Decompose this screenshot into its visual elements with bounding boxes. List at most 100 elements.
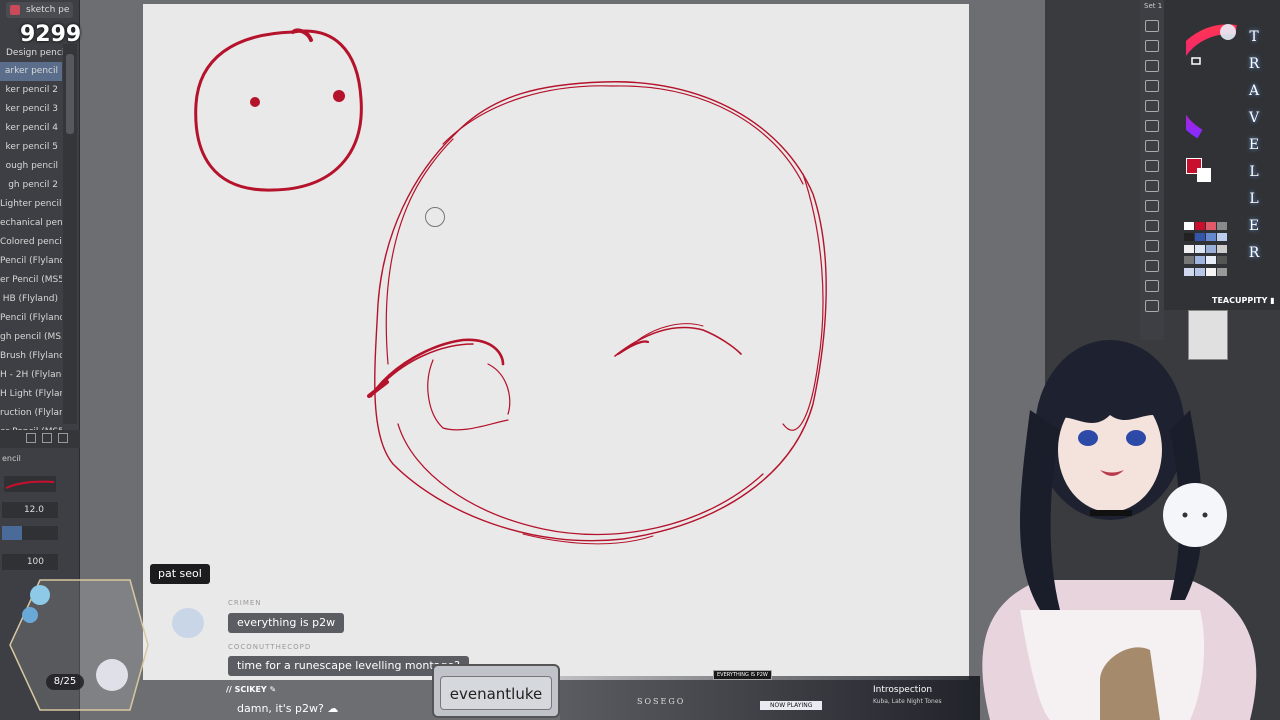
now-playing-label: NOW PLAYING bbox=[760, 701, 823, 710]
palette-swatch[interactable] bbox=[1217, 256, 1227, 265]
color-wheel[interactable] bbox=[1186, 24, 1250, 148]
brush-item[interactable]: er Pencil (MS5) bbox=[0, 271, 62, 290]
logo-letter: E bbox=[1248, 218, 1260, 234]
logo-letter: L bbox=[1249, 164, 1259, 180]
brush-item[interactable]: Brush (Flyland) bbox=[0, 347, 62, 366]
brush-item[interactable]: ker pencil 4 bbox=[0, 119, 62, 138]
stream-scene: sketch pe Design pencil arker pencil ker … bbox=[0, 0, 1280, 720]
fill-icon[interactable] bbox=[1145, 240, 1159, 252]
palette-swatch[interactable] bbox=[1195, 222, 1205, 230]
brush-item[interactable]: Pencil (Flyland) bbox=[0, 252, 62, 271]
palette-swatch[interactable] bbox=[1195, 233, 1205, 242]
brush-item[interactable]: ker pencil 3 bbox=[0, 100, 62, 119]
stroke-preview bbox=[4, 476, 56, 492]
brush-item[interactable]: Colored pencil bbox=[0, 233, 62, 252]
palette-swatch[interactable] bbox=[1206, 244, 1216, 253]
brush-item[interactable]: H Light (Flyland) bbox=[0, 385, 62, 404]
redo-icon[interactable] bbox=[1145, 40, 1159, 52]
chat-username: COCONUTTHECOPD bbox=[228, 643, 312, 651]
brush-item[interactable]: Lighter pencil bbox=[0, 195, 62, 214]
brush-item[interactable]: gh pencil (MS5) bbox=[0, 328, 62, 347]
stream-counter: 9299 bbox=[20, 22, 82, 47]
current-brush-name: encil bbox=[2, 454, 21, 463]
logo-letter: L bbox=[1249, 191, 1259, 207]
undo-icon[interactable] bbox=[1145, 20, 1159, 32]
palette-swatch[interactable] bbox=[1206, 256, 1216, 265]
settings-icon[interactable] bbox=[1145, 280, 1159, 292]
palette-swatch[interactable] bbox=[1184, 267, 1194, 276]
palette-swatch[interactable] bbox=[1217, 222, 1227, 230]
app-icon bbox=[10, 5, 20, 15]
palette-swatch[interactable] bbox=[1217, 267, 1227, 276]
brush-item[interactable]: gh pencil 2 bbox=[0, 176, 62, 195]
brush-item[interactable]: ough pencil bbox=[0, 157, 62, 176]
cam-counter: 8/25 bbox=[46, 674, 84, 690]
sketch-strokes bbox=[194, 28, 827, 545]
app-tab[interactable]: sketch pe bbox=[6, 2, 74, 18]
brush-item[interactable]: ker pencil 5 bbox=[0, 138, 62, 157]
flip-icon[interactable] bbox=[1145, 200, 1159, 212]
transform-icon[interactable] bbox=[1145, 140, 1159, 152]
brush-item[interactable]: H - 2H (Flyland) bbox=[0, 366, 62, 385]
raider-badge: evenantluke bbox=[432, 664, 560, 718]
palette-swatch[interactable] bbox=[1184, 233, 1194, 242]
pat-tooltip: pat seol bbox=[150, 564, 210, 584]
scroll-thumb[interactable] bbox=[66, 54, 74, 134]
caption-tag: EVERYTHING IS P2W bbox=[713, 670, 772, 680]
brush-item[interactable]: ruction (Flyland) bbox=[0, 404, 62, 423]
palette-swatch[interactable] bbox=[1195, 256, 1205, 265]
copy-icon[interactable] bbox=[1145, 100, 1159, 112]
chat-avatar bbox=[172, 608, 204, 638]
color-palette bbox=[1184, 222, 1228, 278]
crop-icon[interactable] bbox=[1145, 180, 1159, 192]
raider-name: evenantluke bbox=[440, 676, 552, 710]
song-title: Introspection bbox=[873, 685, 933, 695]
drawing-canvas[interactable] bbox=[143, 4, 969, 680]
chat-username: // SCIKEY ✎ bbox=[226, 685, 277, 694]
brush-list-scrollbar[interactable] bbox=[63, 44, 77, 424]
tool-property-panel: encil 12.0 100 bbox=[0, 452, 80, 582]
palette-swatch[interactable] bbox=[1206, 222, 1216, 230]
palette-swatch[interactable] bbox=[1184, 222, 1194, 230]
song-artist: Kuba, Late Night Tones bbox=[873, 698, 942, 705]
palette-swatch[interactable] bbox=[1184, 256, 1194, 265]
opacity-field[interactable]: 100 bbox=[2, 554, 58, 570]
category-label: Design pencil bbox=[6, 48, 67, 58]
cut-icon[interactable] bbox=[1145, 80, 1159, 92]
add-brush-icon[interactable] bbox=[26, 433, 36, 443]
chat-message: everything is p2w bbox=[228, 613, 345, 633]
vtuber-avatar bbox=[982, 340, 1257, 720]
app-tab-label: sketch pe bbox=[26, 5, 70, 15]
palette-swatch[interactable] bbox=[1206, 233, 1216, 242]
brush-size-field[interactable]: 12.0 bbox=[2, 502, 58, 518]
brush-size-slider[interactable] bbox=[2, 526, 58, 540]
layer-icon[interactable] bbox=[1145, 260, 1159, 272]
copy-brush-icon[interactable] bbox=[42, 433, 52, 443]
brush-item[interactable]: echanical pencil bbox=[0, 214, 62, 233]
brush-item[interactable]: HB (Flyland) bbox=[0, 290, 62, 309]
brush-item[interactable]: Pencil (Flyland) bbox=[0, 309, 62, 328]
palette-swatch[interactable] bbox=[1217, 244, 1227, 253]
selection-icon[interactable] bbox=[1145, 160, 1159, 172]
chat-message: damn, it's p2w? ☁ bbox=[237, 702, 339, 715]
brush-item[interactable]: ker pencil 2 bbox=[0, 81, 62, 100]
paste-icon[interactable] bbox=[1145, 120, 1159, 132]
clear-icon[interactable] bbox=[1145, 60, 1159, 72]
logo-letter: V bbox=[1248, 110, 1260, 126]
logo-letter: A bbox=[1248, 83, 1260, 99]
palette-swatch[interactable] bbox=[1195, 267, 1205, 276]
logo-letter: R bbox=[1248, 245, 1260, 261]
trash-icon[interactable] bbox=[58, 433, 68, 443]
brush-item[interactable]: arker pencil bbox=[0, 62, 62, 81]
rotate-icon[interactable] bbox=[1145, 220, 1159, 232]
palette-swatch[interactable] bbox=[1195, 244, 1205, 253]
sosego-label: SOSEGO bbox=[637, 697, 686, 706]
brush-list: arker pencil ker pencil 2 ker pencil 3 ker … bbox=[0, 62, 62, 442]
command-bar bbox=[1140, 0, 1164, 340]
palette-swatch[interactable] bbox=[1184, 244, 1194, 253]
sub-color-swatch[interactable] bbox=[1197, 168, 1211, 182]
logo-letter: T bbox=[1249, 29, 1259, 45]
set-label[interactable]: Set 1 bbox=[1144, 2, 1162, 10]
palette-swatch[interactable] bbox=[1206, 267, 1216, 276]
palette-swatch[interactable] bbox=[1217, 233, 1227, 242]
